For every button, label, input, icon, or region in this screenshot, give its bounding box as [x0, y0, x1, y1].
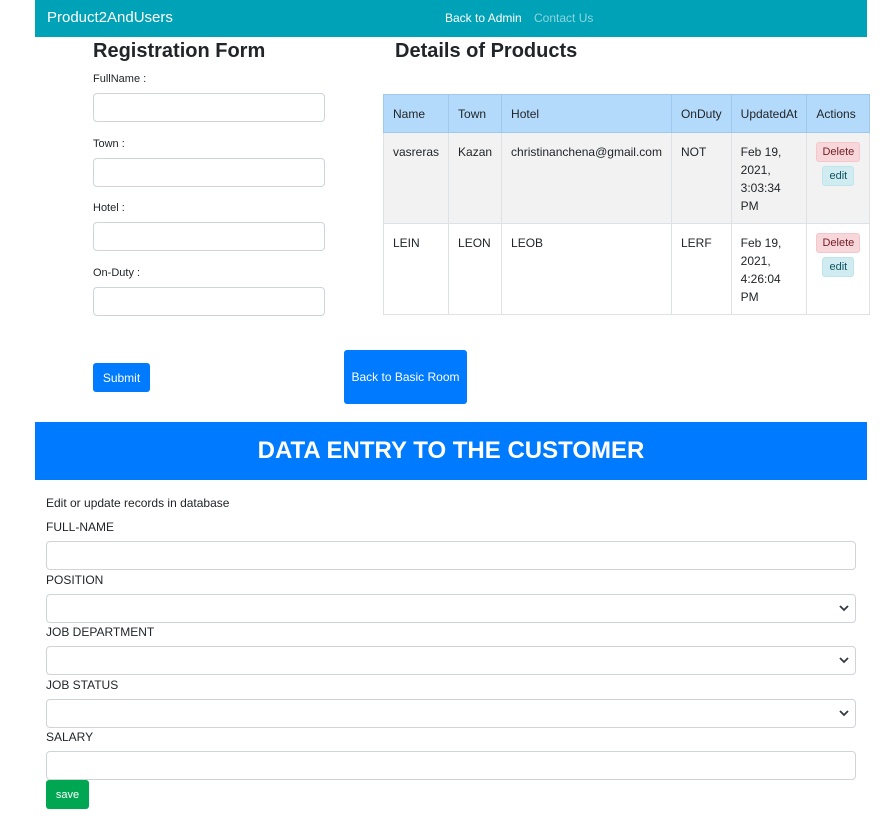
cell-town: Kazan: [448, 132, 503, 224]
chevron-down-icon: [839, 710, 849, 717]
job-status-label: JOB STATUS: [46, 678, 119, 692]
nav-link-back-to-admin[interactable]: Back to Admin: [445, 11, 522, 25]
position-select[interactable]: [46, 594, 856, 623]
cell-name: LEIN: [382, 223, 450, 315]
town-input[interactable]: [93, 158, 325, 187]
table-row: vasreras Kazan christinanchena@gmail.com…: [382, 132, 871, 224]
hotel-label: Hotel :: [93, 202, 125, 214]
products-table: Name Town Hotel OnDuty UpdatedAt Actions…: [382, 94, 871, 315]
customer-banner: DATA ENTRY TO THE CUSTOMER: [35, 422, 867, 480]
cell-onduty: LERF: [670, 223, 732, 315]
fullname-input[interactable]: [93, 93, 325, 122]
customer-hint: Edit or update records in database: [46, 496, 230, 510]
town-label: Town :: [93, 138, 125, 150]
on-duty-input[interactable]: [93, 287, 325, 316]
delete-button[interactable]: Delete: [816, 233, 861, 253]
edit-button[interactable]: edit: [822, 166, 855, 186]
table-row: LEIN LEON LEOB LERF Feb 19, 2021, 4:26:0…: [382, 223, 871, 315]
column-header-town: Town: [448, 94, 503, 133]
full-name-input[interactable]: [46, 541, 856, 570]
back-to-basic-room-button[interactable]: Back to Basic Room: [344, 350, 467, 404]
delete-button[interactable]: Delete: [816, 142, 861, 162]
column-header-hotel: Hotel: [501, 94, 672, 133]
cell-actions: Delete edit: [806, 223, 871, 315]
cell-town: LEON: [448, 223, 503, 315]
column-header-actions: Actions: [806, 94, 871, 133]
cell-hotel: LEOB: [501, 223, 672, 315]
position-label: POSITION: [46, 573, 104, 587]
salary-label: SALARY: [46, 730, 94, 744]
navbar: Product2AndUsers Back to Admin Contact U…: [35, 0, 867, 37]
fullname-label: FullName :: [93, 73, 147, 85]
job-department-label: JOB DEPARTMENT: [46, 625, 155, 639]
hotel-input[interactable]: [93, 222, 325, 251]
on-duty-label: On-Duty :: [93, 267, 141, 279]
nav-link-contact-us[interactable]: Contact Us: [534, 11, 593, 25]
cell-updatedat: Feb 19, 2021, 3:03:34 PM: [730, 132, 808, 224]
full-name-label: FULL-NAME: [46, 520, 115, 534]
chevron-down-icon: [839, 605, 849, 612]
job-department-select[interactable]: [46, 646, 856, 675]
cell-onduty: NOT: [670, 132, 732, 224]
submit-button[interactable]: Submit: [93, 363, 150, 392]
cell-actions: Delete edit: [806, 132, 871, 224]
products-title: Details of Products: [395, 40, 578, 62]
job-status-select[interactable]: [46, 699, 856, 728]
navbar-brand[interactable]: Product2AndUsers: [47, 9, 173, 26]
table-header-row: Name Town Hotel OnDuty UpdatedAt Actions: [382, 94, 871, 133]
cell-updatedat: Feb 19, 2021, 4:26:04 PM: [730, 223, 808, 315]
edit-button[interactable]: edit: [822, 257, 855, 277]
cell-name: vasreras: [382, 132, 450, 224]
salary-input[interactable]: [46, 751, 856, 780]
chevron-down-icon: [839, 657, 849, 664]
registration-form-title: Registration Form: [93, 40, 266, 62]
column-header-updatedat: UpdatedAt: [730, 94, 808, 133]
column-header-onduty: OnDuty: [670, 94, 732, 133]
save-button[interactable]: save: [46, 780, 89, 809]
cell-hotel: christinanchena@gmail.com: [501, 132, 672, 224]
column-header-name: Name: [382, 94, 450, 133]
